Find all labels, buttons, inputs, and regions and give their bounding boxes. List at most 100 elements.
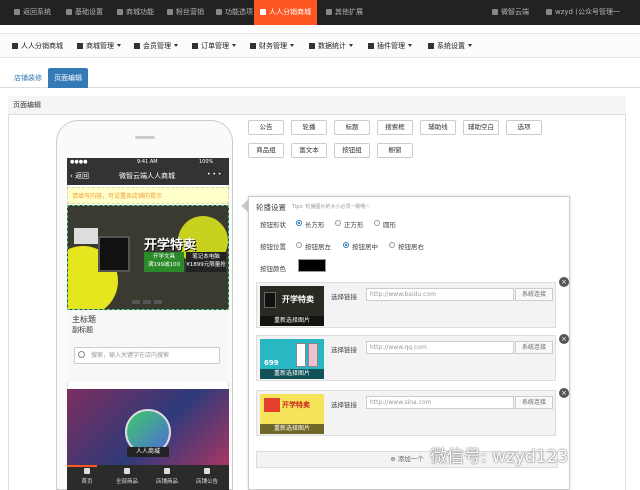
menu-brand[interactable]: 人人分销商城	[12, 34, 63, 59]
finance-icon	[250, 43, 256, 49]
nav-other-extensions[interactable]: 其他扩展	[320, 0, 369, 25]
system-link-button[interactable]: 系统连接	[515, 288, 553, 301]
tab-page-edit[interactable]: 页面编辑	[48, 68, 88, 88]
system-link-button[interactable]: 系统连接	[515, 396, 553, 409]
goods-icon	[124, 468, 130, 474]
shape-circle-radio[interactable]	[374, 220, 380, 226]
cart-icon	[77, 43, 83, 49]
footer-store-notice[interactable]: 店铺公告	[187, 465, 227, 490]
shop-icon	[117, 9, 123, 15]
slide-item: 开学特卖 重新选择图片 选择链接 http://www.sina.com 系统连…	[256, 390, 556, 436]
plugin-icon	[368, 43, 374, 49]
back-button[interactable]: ‹ 返回	[70, 171, 89, 181]
module-goods-button[interactable]: 商品组	[248, 143, 284, 158]
logo-label: 人人商城	[127, 447, 169, 457]
title-module[interactable]: 主标题 副标题	[67, 310, 229, 382]
chevron-down-icon	[174, 44, 178, 47]
options-icon	[216, 9, 222, 15]
menu-statistics[interactable]: 数据统计	[309, 34, 353, 59]
chevron-down-icon	[408, 44, 412, 47]
main-menubar: 人人分销商城 商城管理 会员管理 订单管理 财务管理 数据统计 插件管理 系统设…	[0, 33, 640, 58]
nav-account-group[interactable]: 微智云端	[486, 0, 535, 25]
page-tabs: 店铺装修 页面编辑	[0, 66, 640, 88]
chart-icon	[309, 43, 315, 49]
phone-footer-nav: 首页 全部商品 店铺商品 店铺公告	[67, 465, 229, 490]
footer-store-goods[interactable]: 店铺商品	[147, 465, 187, 490]
module-carousel-button[interactable]: 轮播	[291, 120, 327, 135]
pc-case-image	[98, 236, 130, 272]
nav-basic-settings[interactable]: 基础设置	[60, 0, 109, 25]
menu-mall-management[interactable]: 商城管理	[77, 34, 121, 59]
link-input[interactable]: http://www.sina.com	[366, 396, 514, 409]
module-showcase-button[interactable]: 橱窗	[377, 143, 413, 158]
watermark: 微信号: wzyd123	[430, 447, 569, 467]
nav-return-system[interactable]: 返回系统	[8, 0, 57, 25]
module-option-button[interactable]: 选项	[506, 120, 542, 135]
return-icon	[14, 9, 20, 15]
chevron-down-icon	[117, 44, 121, 47]
banner-module[interactable]: 开学特卖 开学文具 满199减100 笔记本电脑 ¥1899元限量抢	[67, 205, 229, 310]
phone-battery: 100%	[199, 159, 214, 165]
slide-thumbnail[interactable]: 699 重新选择图片	[260, 339, 324, 379]
nav-user-menu[interactable]: wzyd (公众号管理一	[540, 0, 626, 25]
menu-plugin-management[interactable]: 插件管理	[368, 34, 412, 59]
pos-left-label: 按钮居左	[305, 243, 331, 251]
more-icon[interactable]: • • •	[207, 171, 221, 178]
link-input[interactable]: http://www.qq.com	[366, 341, 514, 354]
shape-rect-radio[interactable]	[296, 220, 302, 226]
module-button-group-button[interactable]: 按钮组	[334, 143, 370, 158]
nav-fan-marketing[interactable]: 粉丝营销	[161, 0, 210, 25]
remove-slide-icon[interactable]: ×	[559, 334, 569, 344]
main-title: 主标题	[72, 315, 96, 324]
nav-mall-features[interactable]: 商城功能	[111, 0, 160, 25]
shape-square-radio[interactable]	[335, 220, 341, 226]
slide-item: 699 重新选择图片 选择链接 http://www.qq.com 系统连接	[256, 335, 556, 381]
speaker-icon	[204, 468, 210, 474]
search-input[interactable]: 搜索，输入关键字在店内搜索	[74, 347, 220, 364]
slide-thumbnail[interactable]: 开学特卖 重新选择图片	[260, 286, 324, 326]
nav-function-options[interactable]: 功能选项	[210, 0, 259, 25]
menu-member-management[interactable]: 会员管理	[134, 34, 178, 59]
chevron-down-icon	[290, 44, 294, 47]
remove-slide-icon[interactable]: ×	[559, 277, 569, 287]
module-blank-button[interactable]: 辅助空白	[463, 120, 499, 135]
module-search-button[interactable]: 搜索框	[377, 120, 413, 135]
banner-card-right: 笔记本电脑 ¥1899元限量抢	[186, 252, 226, 272]
pos-right-radio[interactable]	[389, 242, 395, 248]
chevron-down-icon	[232, 44, 236, 47]
pos-right-label: 按钮居右	[398, 243, 424, 251]
notice-module[interactable]: 请填写内容，可设置各店铺的提示	[67, 187, 229, 204]
store-icon	[12, 43, 18, 49]
signal-icon: ●●●●	[70, 159, 88, 165]
panel-title: 页面编辑	[8, 96, 626, 115]
system-link-button[interactable]: 系统连接	[515, 341, 553, 354]
link-input[interactable]: http://www.baidu.com	[366, 288, 514, 301]
footer-home[interactable]: 首页	[67, 465, 107, 490]
pos-left-radio[interactable]	[296, 242, 302, 248]
reselect-image-button[interactable]: 重新选择图片	[260, 369, 324, 379]
module-title-button[interactable]: 标题	[334, 120, 370, 135]
footer-all-goods[interactable]: 全部商品	[107, 465, 147, 490]
module-divider-button[interactable]: 辅助线	[420, 120, 456, 135]
button-color-picker[interactable]	[298, 259, 326, 272]
gear-icon	[428, 43, 434, 49]
reselect-image-button[interactable]: 重新选择图片	[260, 316, 324, 326]
nav-renren-mall[interactable]: 人人分销商城	[254, 0, 317, 25]
menu-order-management[interactable]: 订单管理	[192, 34, 236, 59]
module-richtext-button[interactable]: 富文本	[291, 143, 327, 158]
module-notice-button[interactable]: 公告	[248, 120, 284, 135]
banner-headline: 开学特卖	[144, 238, 197, 253]
pos-center-radio[interactable]	[343, 242, 349, 248]
menu-finance-management[interactable]: 财务管理	[250, 34, 294, 59]
chevron-down-icon	[349, 44, 353, 47]
slide-thumbnail[interactable]: 开学特卖 重新选择图片	[260, 394, 324, 434]
group-icon	[492, 9, 498, 15]
reselect-image-button[interactable]: 重新选择图片	[260, 424, 324, 434]
remove-slide-icon[interactable]: ×	[559, 388, 569, 398]
menu-system-settings[interactable]: 系统设置	[428, 34, 472, 59]
tab-store-decoration[interactable]: 店铺装修	[8, 68, 48, 88]
carousel-dots[interactable]	[132, 300, 172, 304]
phone-statusbar: ●●●● 9:41 AM 100%	[67, 158, 229, 167]
search-icon	[78, 351, 85, 358]
mall-icon	[260, 9, 266, 15]
